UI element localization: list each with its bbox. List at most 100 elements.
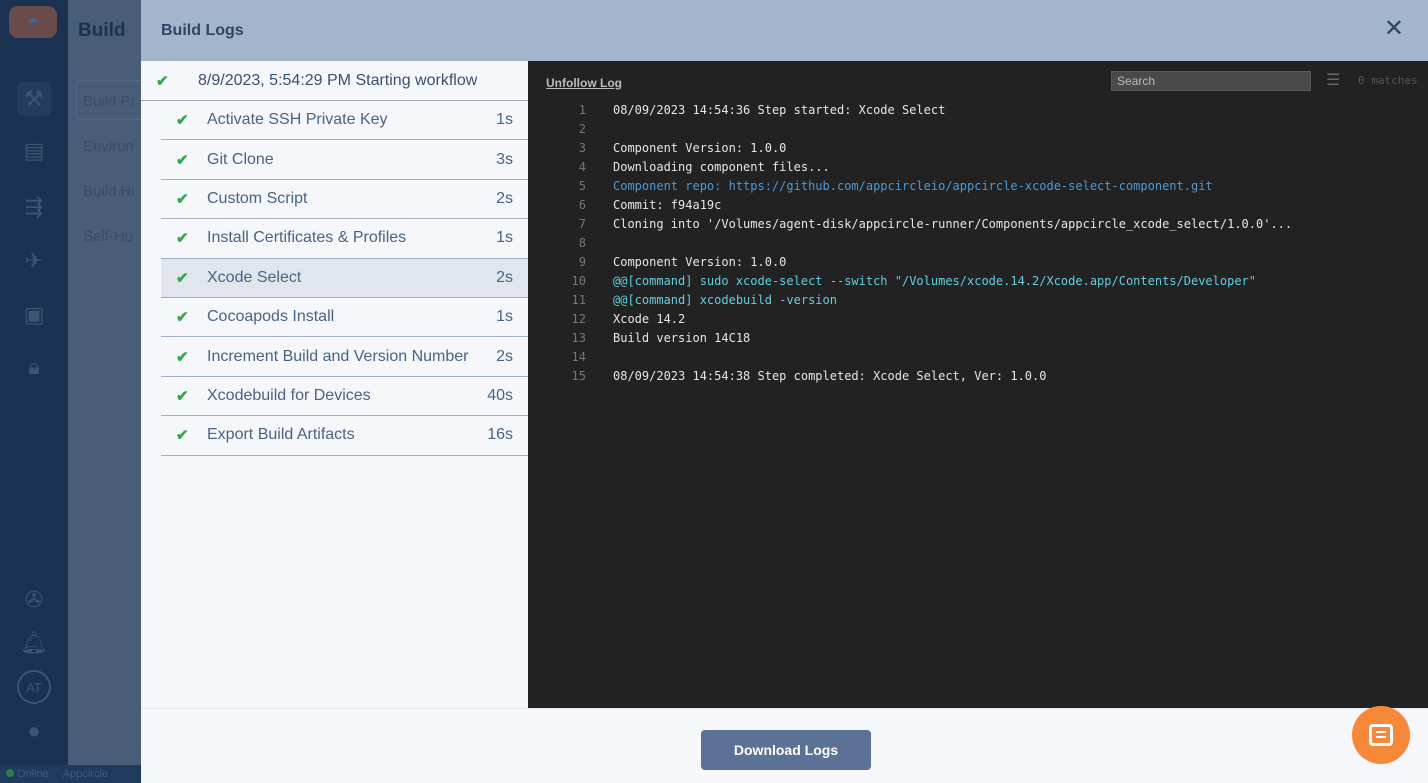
subnav-environment[interactable]: Environ — [83, 138, 134, 155]
line-text: 08/09/2023 14:54:36 Step started: Xcode … — [613, 103, 946, 117]
line-number: 2 — [578, 122, 586, 136]
step-row[interactable]: ✔ Activate SSH Private Key 1s — [161, 101, 528, 141]
download-logs-button[interactable]: Download Logs — [701, 730, 871, 770]
briefcase-icon[interactable]: ▣ — [17, 298, 51, 332]
line-number: 13 — [571, 331, 586, 345]
check-icon: ✔ — [176, 387, 189, 405]
line-number: 7 — [578, 217, 586, 231]
step-duration: 2s — [496, 189, 513, 207]
distribution-icon[interactable]: ⇶ — [17, 190, 51, 224]
build-subnav: Build Build Pr Environ Build Hi Self-Ho — [68, 0, 148, 765]
step-row[interactable]: ✔ Increment Build and Version Number 2s — [161, 337, 528, 377]
log-line: 8 — [528, 234, 1428, 253]
log-line: 10 @@[command] sudo xcode-select --switch… — [528, 272, 1428, 291]
step-duration: 3s — [496, 150, 513, 168]
step-row[interactable]: ✔ Xcodebuild for Devices 40s — [161, 377, 528, 417]
line-number: 9 — [578, 255, 586, 269]
line-text: 08/09/2023 14:54:38 Step completed: Xcod… — [613, 369, 1047, 383]
log-line: 9 Component Version: 1.0.0 — [528, 253, 1428, 272]
line-text: Xcode 14.2 — [613, 312, 686, 326]
log-line: 5 Component repo: https://github.com/appc… — [528, 177, 1428, 196]
chat-icon — [1369, 724, 1393, 746]
step-row[interactable]: ✔ Install Certificates & Profiles 1s — [161, 219, 528, 259]
log-line: 1 08/09/2023 14:54:36 Step started: Xcode… — [528, 101, 1428, 120]
step-name: Activate SSH Private Key — [207, 111, 388, 129]
line-number: 4 — [578, 160, 586, 174]
check-icon: ✔ — [176, 269, 189, 287]
user-profile-icon[interactable]: ● — [17, 714, 51, 748]
step-name: Xcodebuild for Devices — [207, 386, 371, 404]
line-text: Component Version: 1.0.0 — [613, 255, 787, 269]
line-text: @@[command] xcodebuild -version — [613, 293, 837, 307]
log-line: 6 Commit: f94a19c — [528, 196, 1428, 215]
list-menu-icon[interactable]: ☰ — [1326, 70, 1340, 89]
workflow-start-row[interactable]: ✔ 8/9/2023, 5:54:29 PM Starting workflow — [141, 61, 528, 101]
testing-icon[interactable]: ✈ — [17, 244, 51, 278]
subnav-build-profiles[interactable]: Build Pr — [83, 93, 136, 110]
line-text: Build version 14C18 — [613, 331, 751, 345]
log-line: 3 Component Version: 1.0.0 — [528, 139, 1428, 158]
close-icon[interactable]: ✕ — [1384, 17, 1404, 41]
modal-header: Build Logs ✕ — [141, 0, 1428, 61]
step-name: Custom Script — [207, 189, 308, 207]
match-count: 0 matches — [1358, 74, 1418, 87]
log-line: 7 Cloning into '/Volumes/agent-disk/appci… — [528, 215, 1428, 234]
line-number: 14 — [571, 350, 586, 364]
log-line: 12 Xcode 14.2 — [528, 310, 1428, 329]
step-duration: 2s — [496, 347, 513, 365]
log-lines: 1 08/09/2023 14:54:36 Step started: Xcode… — [528, 101, 1428, 386]
avatar[interactable]: AT — [17, 670, 51, 704]
subnav-build-history[interactable]: Build Hi — [83, 183, 135, 200]
log-search-input[interactable] — [1111, 71, 1311, 91]
check-icon: ✔ — [176, 151, 189, 169]
step-name: Export Build Artifacts — [207, 426, 355, 444]
step-row[interactable]: ✔ Cocoapods Install 1s — [161, 298, 528, 338]
line-text: @@[command] sudo xcode-select --switch "… — [613, 274, 1256, 288]
line-number: 5 — [578, 179, 586, 193]
lock-user-icon[interactable]: 🔒︎ — [17, 350, 51, 384]
line-number: 10 — [571, 274, 586, 288]
log-line: 13 Build version 14C18 — [528, 329, 1428, 348]
step-duration: 1s — [496, 229, 513, 247]
check-icon: ✔ — [176, 112, 189, 130]
step-row[interactable]: ✔ Export Build Artifacts 16s — [161, 416, 528, 456]
check-icon: ✔ — [176, 309, 189, 327]
status-bar: Online Appcircle — [0, 765, 148, 783]
help-wheel-icon[interactable]: ✇ — [17, 583, 51, 617]
check-icon: ✔ — [176, 230, 189, 248]
step-name: Increment Build and Version Number — [207, 347, 469, 365]
online-status: Online — [6, 768, 49, 780]
line-text: Cloning into '/Volumes/agent-disk/appcir… — [613, 217, 1293, 231]
chat-support-button[interactable] — [1352, 706, 1410, 764]
step-duration: 1s — [496, 111, 513, 129]
check-icon: ✔ — [176, 427, 189, 445]
hammer-icon[interactable]: ⚒ — [17, 82, 51, 116]
step-duration: 2s — [496, 268, 513, 286]
org-switcher[interactable]: Appcircle — [63, 768, 108, 780]
subnav-self-hosted[interactable]: Self-Ho — [83, 228, 133, 245]
bell-icon[interactable]: 🔔︎ — [17, 626, 51, 660]
step-row[interactable]: ✔ Xcode Select 2s — [161, 258, 528, 298]
build-logs-modal: Build Logs ✕ ✔ 8/9/2023, 5:54:29 PM Star… — [141, 0, 1428, 783]
workflow-start-label: 8/9/2023, 5:54:29 PM Starting workflow — [198, 71, 478, 89]
line-text: Component repo: https://github.com/appci… — [613, 179, 1213, 193]
step-duration: 1s — [496, 308, 513, 326]
line-text: Commit: f94a19c — [613, 198, 722, 212]
unfollow-log-link[interactable]: Unfollow Log — [546, 76, 622, 90]
step-row[interactable]: ✔ Git Clone 3s — [161, 140, 528, 180]
line-text: Component Version: 1.0.0 — [613, 141, 787, 155]
line-number: 1 — [578, 103, 586, 117]
step-name: Git Clone — [207, 150, 274, 168]
line-number: 15 — [571, 369, 586, 383]
modal-title: Build Logs — [161, 21, 244, 39]
step-duration: 40s — [487, 386, 513, 404]
check-icon: ✔ — [176, 348, 189, 366]
step-duration: 16s — [487, 426, 513, 444]
log-line: 15 08/09/2023 14:54:38 Step completed: Xc… — [528, 367, 1428, 386]
section-title: Build — [78, 20, 126, 41]
check-icon: ✔ — [176, 190, 189, 208]
appcircle-logo[interactable]: ◓ — [9, 6, 57, 38]
step-row[interactable]: ✔ Custom Script 2s — [161, 180, 528, 220]
certificate-icon[interactable]: ▤ — [17, 134, 51, 168]
line-number: 8 — [578, 236, 586, 250]
